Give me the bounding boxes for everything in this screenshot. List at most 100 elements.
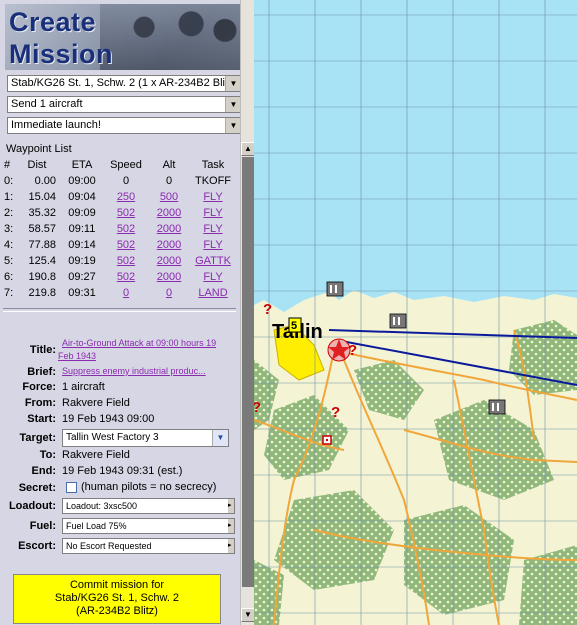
waypoint-task[interactable]: FLY <box>203 191 222 203</box>
fuel-label: Fuel: <box>29 520 56 532</box>
airfield-icon[interactable] <box>322 435 332 445</box>
scrollbar-thumb[interactable] <box>242 157 254 587</box>
waypoint-alt[interactable]: 2000 <box>157 207 181 219</box>
waypoint-task[interactable]: LAND <box>198 287 227 299</box>
svg-text:?: ? <box>254 399 261 416</box>
waypoint-eta-cell: 09:09 <box>60 205 104 221</box>
waypoint-row: 3: 58.57 09:11 502 2000 FLY <box>4 221 236 237</box>
mission-title-link-2[interactable]: Feb 1943 <box>58 351 96 361</box>
waypoint-alt-cell: 0 <box>148 173 190 189</box>
escort-select[interactable]: No Escort Requested ▸ <box>62 538 235 554</box>
loadout-label: Loadout: <box>8 500 56 512</box>
col-header-eta: ETA <box>71 159 93 171</box>
chevron-down-icon[interactable]: ▼ <box>212 430 228 446</box>
waypoint-task-cell: LAND <box>190 285 236 301</box>
loadout-select[interactable]: Loadout: 3xsc500 ▸ <box>62 498 235 514</box>
waypoint-index: 7: <box>4 287 14 299</box>
waypoint-task-cell: FLY <box>190 237 236 253</box>
waypoint-task[interactable]: FLY <box>203 207 222 219</box>
waypoint-index: 3: <box>4 223 14 235</box>
waypoint-task-cell: TKOFF <box>190 173 236 189</box>
mission-panel: Create Mission Stab/KG26 St. 1, Schw. 2 … <box>0 0 240 625</box>
waypoint-task-cell: FLY <box>190 189 236 205</box>
brief-label: Brief: <box>27 366 56 378</box>
force-label: Force: <box>22 381 56 393</box>
waypoint-alt-cell: 2000 <box>148 269 190 285</box>
waypoint-index-cell: 0: <box>4 173 18 189</box>
chevron-down-icon[interactable]: ▼ <box>225 76 240 91</box>
waypoint-eta-cell: 09:11 <box>60 221 104 237</box>
map-view[interactable]: Tallin 5 ? ? ? ? <box>254 0 577 625</box>
waypoint-speed[interactable]: 250 <box>117 191 135 203</box>
waypoint-speed[interactable]: 0 <box>123 287 129 299</box>
secret-checkbox[interactable] <box>66 482 77 493</box>
waypoint-index-cell: 6: <box>4 269 18 285</box>
unknown-marker-icon[interactable]: ? <box>254 399 261 416</box>
commit-line-1: Commit mission for <box>69 579 165 591</box>
waypoint-speed[interactable]: 502 <box>117 239 135 251</box>
commit-mission-button[interactable]: Commit mission for Stab/KG26 St. 1, Schw… <box>13 574 221 624</box>
unknown-marker-icon[interactable]: ? <box>348 342 357 359</box>
chevron-down-icon[interactable]: ▼ <box>225 97 240 112</box>
waypoint-speed[interactable]: 502 <box>117 207 135 219</box>
waypoint-dist: 77.88 <box>28 239 56 251</box>
svg-text:?: ? <box>348 342 357 359</box>
waypoint-speed[interactable]: 502 <box>117 271 135 283</box>
mission-title-link-1[interactable]: Air-to-Ground Attack at 09:00 hours 19 <box>62 338 216 348</box>
chevron-down-icon[interactable]: ▸ <box>228 499 234 513</box>
waypoint-speed[interactable]: 502 <box>117 255 135 267</box>
chevron-down-icon[interactable]: ▼ <box>225 118 240 133</box>
launch-select[interactable]: Immediate launch! ▼ <box>7 117 240 134</box>
panel-scrollbar[interactable]: ▲ ▼ <box>240 0 255 625</box>
launch-select-value: Immediate launch! <box>11 119 101 131</box>
waypoint-task[interactable]: FLY <box>203 223 222 235</box>
unknown-marker-icon[interactable]: ? <box>331 404 340 421</box>
brief-link[interactable]: Suppress enemy industrial produc... <box>62 366 206 376</box>
from-label: From: <box>24 397 56 409</box>
waypoint-alt[interactable]: 0 <box>166 287 172 299</box>
svg-text:?: ? <box>263 301 272 318</box>
target-select[interactable]: Tallin West Factory 3 ▼ <box>62 429 229 447</box>
waypoint-alt[interactable]: 2000 <box>157 223 181 235</box>
waypoint-alt[interactable]: 2000 <box>157 255 181 267</box>
col-header-speed: Speed <box>110 159 142 171</box>
map-canvas[interactable]: Tallin 5 ? ? ? ? <box>254 0 577 625</box>
waypoint-speed[interactable]: 502 <box>117 223 135 235</box>
aircraft-count-value: Send 1 aircraft <box>11 98 83 110</box>
scroll-down-icon[interactable]: ▼ <box>241 608 255 622</box>
waypoint-speed-cell: 502 <box>104 221 148 237</box>
waypoint-badge[interactable]: 5 <box>288 317 302 333</box>
waypoint-task[interactable]: GATTK <box>195 255 231 267</box>
target-label: Target: <box>19 432 56 444</box>
title-line-1: Create <box>9 7 97 37</box>
waypoint-speed-cell: 250 <box>104 189 148 205</box>
waypoint-speed-cell: 0 <box>104 285 148 301</box>
target-star-icon[interactable] <box>327 338 351 362</box>
waypoint-alt[interactable]: 2000 <box>157 271 181 283</box>
unknown-marker-icon[interactable]: ? <box>263 301 272 318</box>
waypoint-dist-cell: 77.88 <box>18 237 60 253</box>
waypoint-eta: 09:19 <box>68 255 96 267</box>
waypoint-alt-cell: 2000 <box>148 237 190 253</box>
end-label: End: <box>31 465 56 477</box>
unit-select-value: Stab/KG26 St. 1, Schw. 2 (1 x AR-234B2 B… <box>11 77 238 89</box>
unit-select[interactable]: Stab/KG26 St. 1, Schw. 2 (1 x AR-234B2 B… <box>7 75 240 92</box>
aircraft-count-select[interactable]: Send 1 aircraft ▼ <box>7 96 240 113</box>
fuel-select[interactable]: Fuel Load 75% ▸ <box>62 518 235 534</box>
factory-icon[interactable] <box>326 281 344 297</box>
waypoint-eta: 09:00 <box>68 175 96 187</box>
waypoint-task[interactable]: FLY <box>203 271 222 283</box>
waypoint-alt[interactable]: 500 <box>160 191 178 203</box>
waypoint-task[interactable]: FLY <box>203 239 222 251</box>
scroll-up-icon[interactable]: ▲ <box>241 142 255 156</box>
waypoint-alt[interactable]: 2000 <box>157 239 181 251</box>
chevron-down-icon[interactable]: ▸ <box>228 539 234 553</box>
factory-icon[interactable] <box>488 399 506 415</box>
to-value: Rakvere Field <box>62 449 130 461</box>
waypoint-alt-cell: 2000 <box>148 253 190 269</box>
waypoint-index-cell: 1: <box>4 189 18 205</box>
waypoint-dist: 58.57 <box>28 223 56 235</box>
chevron-down-icon[interactable]: ▸ <box>228 519 234 533</box>
factory-icon[interactable] <box>389 313 407 329</box>
waypoint-rows: 0: 0.00 09:00 0 0 TKOFF 1: 15.04 09:04 250 500 FLY 2… <box>4 173 236 301</box>
